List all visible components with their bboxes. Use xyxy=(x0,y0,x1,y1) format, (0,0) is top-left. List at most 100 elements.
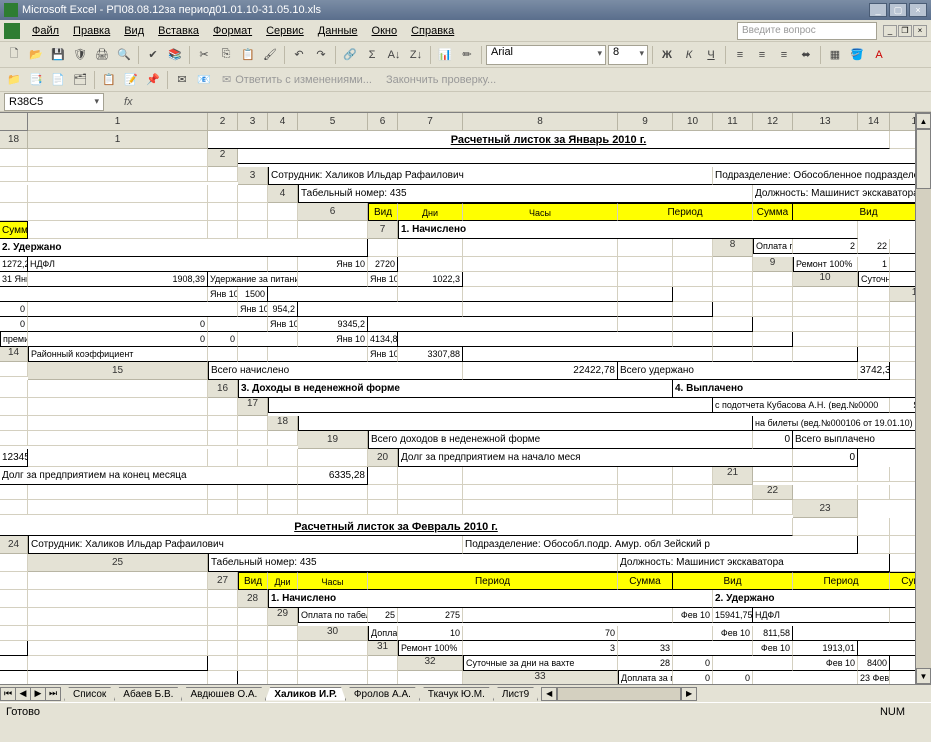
cell-r11c12[interactable] xyxy=(618,302,673,317)
cell-r28c16[interactable] xyxy=(28,608,208,626)
cell-r7c14[interactable] xyxy=(368,239,398,257)
cell-r31c4[interactable] xyxy=(673,641,753,656)
cell-r10c4[interactable] xyxy=(0,287,208,302)
undo-button[interactable]: ↶ xyxy=(289,45,309,65)
cell-r9c6[interactable]: 31 Янв 10 xyxy=(0,272,28,287)
cell-r4c16[interactable] xyxy=(208,203,238,221)
cell-r30c6[interactable]: Фев 10 xyxy=(713,626,753,641)
merge-button[interactable]: ⬌ xyxy=(796,45,816,65)
cell-r13c15[interactable] xyxy=(858,332,890,347)
row-header-20[interactable]: 20 xyxy=(368,449,398,467)
cell-r24c8[interactable]: Подразделение: Обособл.подр. Амур. обл З… xyxy=(463,536,858,554)
cell-r17c18[interactable] xyxy=(238,416,268,431)
cell-r29c8[interactable]: НДФЛ xyxy=(753,608,890,623)
cell-r15c7[interactable]: 22422,78 xyxy=(463,362,618,380)
cell-r20c18[interactable] xyxy=(673,467,713,485)
sheet-tab-1[interactable]: Абаев Б.В. xyxy=(114,687,182,701)
cell-r14c13[interactable] xyxy=(793,347,858,362)
cell-r29c14[interactable] xyxy=(0,626,28,641)
cell-r13c3[interactable]: 0 xyxy=(208,332,238,347)
ask-question-box[interactable] xyxy=(737,22,877,40)
cell-r9c14[interactable] xyxy=(463,272,618,287)
cell-r25c18[interactable] xyxy=(28,572,208,590)
row-header-29[interactable]: 29 xyxy=(268,608,298,626)
cell-r7c18[interactable] xyxy=(673,239,713,257)
cell-r19c13[interactable]: 12345,2 xyxy=(0,449,28,467)
cell-r20c13[interactable]: 6335,28 xyxy=(298,467,368,485)
hyperlink-button[interactable]: 🔗 xyxy=(340,45,360,65)
sheet-tab-5[interactable]: Ткачук Ю.М. xyxy=(419,687,494,701)
cell-r8c16[interactable] xyxy=(618,257,673,272)
tb2-3[interactable]: 📄 xyxy=(48,70,68,90)
cell-r29c3[interactable]: 275 xyxy=(398,608,463,623)
align-left-button[interactable]: ≡ xyxy=(730,45,750,65)
cell-r9c18[interactable] xyxy=(753,272,793,287)
cell-r10c11[interactable] xyxy=(398,287,463,302)
tb2-1[interactable]: 📁 xyxy=(4,70,24,90)
cell-r3c17[interactable] xyxy=(208,185,238,203)
cell-r8c13[interactable]: 2720 xyxy=(368,257,398,272)
font-size-select[interactable]: 8 xyxy=(608,45,648,65)
end-review[interactable]: Закончить проверку... xyxy=(380,74,502,86)
cell-r1c1[interactable]: Расчетный листок за Январь 2010 г. xyxy=(208,131,890,149)
cell-r7c15[interactable] xyxy=(398,239,463,257)
cell-r30c15[interactable] xyxy=(208,641,238,656)
tb2-5[interactable]: 📋 xyxy=(99,70,119,90)
cell-r31c7[interactable]: 1913,01 xyxy=(793,641,858,656)
cell-r30c16[interactable] xyxy=(238,641,268,656)
open-button[interactable]: 📂 xyxy=(26,45,46,65)
borders-button[interactable]: ▦ xyxy=(825,45,845,65)
bold-button[interactable]: Ж xyxy=(657,45,677,65)
tab-last[interactable]: ⏭ xyxy=(45,687,61,701)
cell-r8c8[interactable]: НДФЛ xyxy=(28,257,268,272)
cell-r8c1[interactable]: Оплата по табелю xyxy=(753,239,793,254)
cell-r33c3[interactable]: 0 xyxy=(713,671,753,684)
cell-r32c16[interactable] xyxy=(298,671,368,684)
cell-r16c18[interactable] xyxy=(208,398,238,416)
menu-format[interactable]: Формат xyxy=(207,23,258,39)
cell-r11c14[interactable] xyxy=(713,302,753,317)
cell-r22c15[interactable] xyxy=(618,500,673,515)
cell-r18c17[interactable] xyxy=(238,431,268,446)
paste-button[interactable]: 📋 xyxy=(238,45,258,65)
cell-r19c16[interactable] xyxy=(238,449,268,467)
doc-minimize[interactable]: _ xyxy=(883,25,897,37)
col-header-10[interactable]: 10 xyxy=(673,113,713,131)
row-header-32[interactable]: 32 xyxy=(398,656,463,671)
cell-r33c6[interactable]: 23 Фев 10 xyxy=(858,671,890,684)
cell-r31c16[interactable] xyxy=(268,656,298,671)
menu-tools[interactable]: Сервис xyxy=(260,23,310,39)
cell-r31c17[interactable] xyxy=(298,656,368,671)
cell-r7c17[interactable] xyxy=(618,239,673,257)
cell-r27c4[interactable]: Период xyxy=(368,572,618,590)
cell-r21c8[interactable] xyxy=(28,485,208,500)
cell-r21c10[interactable] xyxy=(238,485,268,500)
row-header-17[interactable]: 17 xyxy=(238,398,268,416)
cell-r30c1[interactable]: Доплата за ночные часы по табелю xyxy=(368,626,398,641)
cell-r33c4[interactable] xyxy=(753,671,858,684)
cell-r8c14[interactable] xyxy=(398,257,463,272)
row-header-6[interactable]: 6 xyxy=(298,203,368,221)
cell-r30c13[interactable] xyxy=(0,641,28,656)
cell-r27c16[interactable] xyxy=(0,590,28,608)
cell-r10c15[interactable] xyxy=(713,287,753,302)
cell-r10c16[interactable] xyxy=(753,287,793,302)
cell-r8c7[interactable]: 1272,26 xyxy=(0,257,28,272)
row-header-33[interactable]: 33 xyxy=(463,671,618,684)
cell-r22c16[interactable] xyxy=(673,500,713,515)
vertical-scrollbar[interactable]: ▲ ▼ xyxy=(915,113,931,684)
cell-r32c6[interactable]: Фев 10 xyxy=(793,656,858,671)
col-header-9[interactable]: 9 xyxy=(618,113,673,131)
cell-r21c13[interactable] xyxy=(368,485,398,500)
cell-r30c4[interactable] xyxy=(618,626,713,641)
underline-button[interactable]: Ч xyxy=(701,45,721,65)
cell-r19c8[interactable]: Всего выплачено xyxy=(793,431,931,449)
menu-edit[interactable]: Правка xyxy=(67,23,116,39)
cell-r21c17[interactable] xyxy=(673,485,713,500)
cell-r23c15[interactable] xyxy=(858,518,890,536)
cell-r22c6[interactable] xyxy=(0,500,28,515)
scroll-up[interactable]: ▲ xyxy=(916,113,931,129)
cell-r13c1[interactable]: премия по итогам месяца xyxy=(0,332,28,347)
cell-r12c11[interactable] xyxy=(618,317,673,332)
preview-button[interactable]: 🔍 xyxy=(114,45,134,65)
